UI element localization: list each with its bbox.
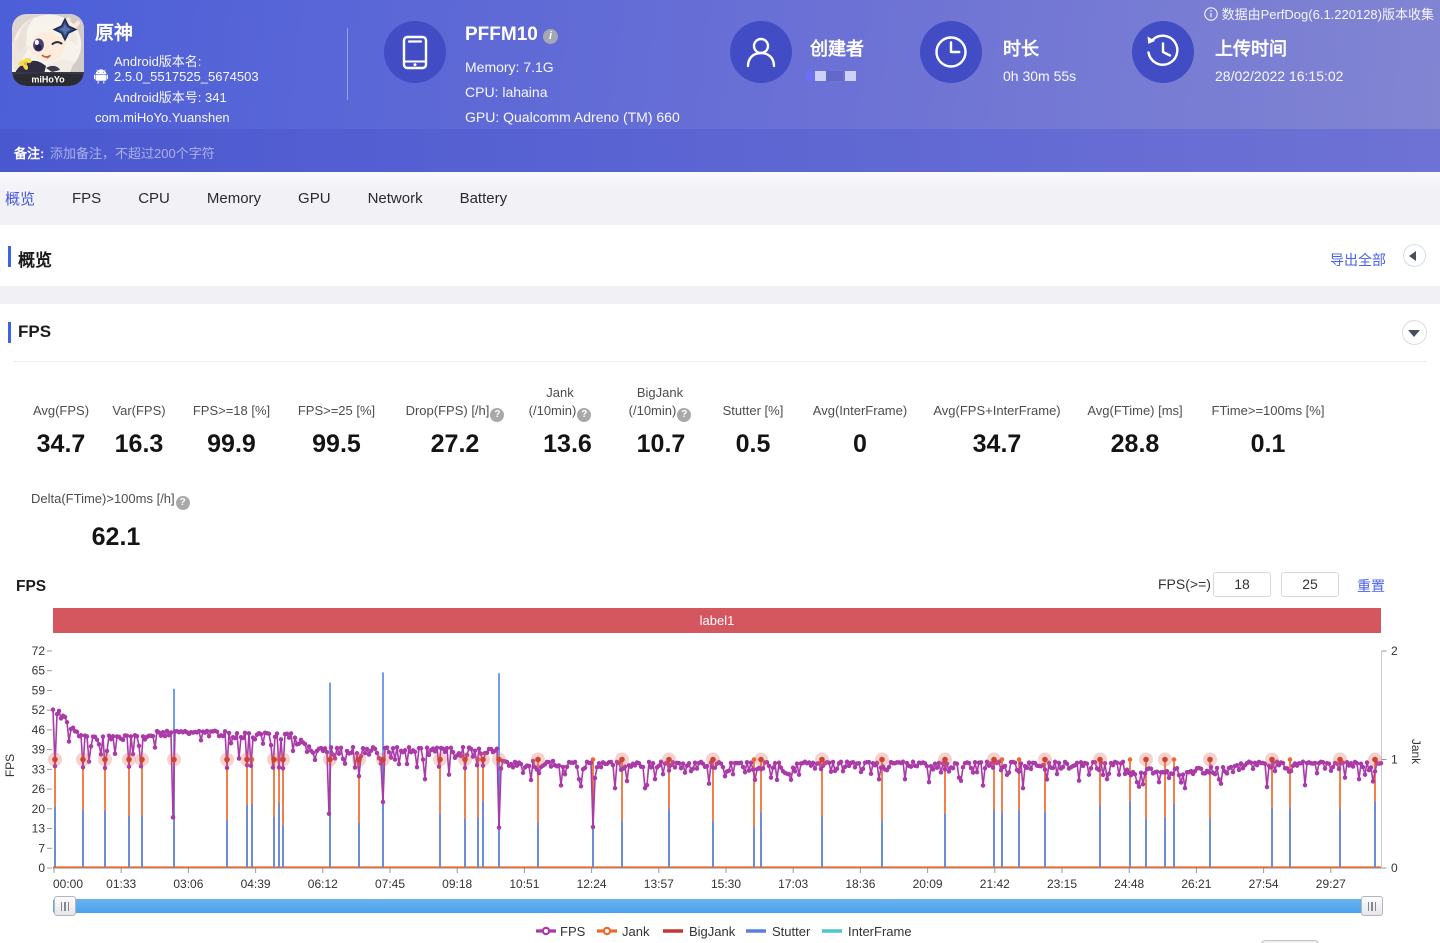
svg-text:03:06: 03:06 [173,877,203,891]
svg-text:12:24: 12:24 [577,877,607,891]
svg-text:21:42: 21:42 [980,877,1010,891]
svg-text:0: 0 [38,861,45,875]
svg-text:33: 33 [32,762,46,776]
svg-text:15:30: 15:30 [711,877,741,891]
svg-text:72: 72 [32,644,46,658]
svg-text:52: 52 [32,703,46,717]
svg-text:04:39: 04:39 [241,877,271,891]
svg-text:Jank: Jank [1409,739,1423,765]
svg-text:18:36: 18:36 [845,877,875,891]
svg-text:17:03: 17:03 [778,877,808,891]
svg-text:46: 46 [32,723,46,737]
svg-text:39: 39 [32,743,46,757]
svg-text:23:15: 23:15 [1047,877,1077,891]
svg-text:06:12: 06:12 [308,877,338,891]
svg-text:65: 65 [32,664,46,678]
svg-text:00:00: 00:00 [53,877,83,891]
svg-text:01:33: 01:33 [106,877,136,891]
svg-text:59: 59 [32,684,46,698]
svg-text:27:54: 27:54 [1249,877,1279,891]
svg-text:2: 2 [1391,644,1398,658]
svg-text:29:27: 29:27 [1316,877,1346,891]
svg-text:miHoYo: miHoYo [31,75,65,85]
svg-text:13:57: 13:57 [644,877,674,891]
svg-text:09:18: 09:18 [442,877,472,891]
svg-text:20:09: 20:09 [913,877,943,891]
svg-text:10:51: 10:51 [509,877,539,891]
svg-text:07:45: 07:45 [375,877,405,891]
svg-text:24:48: 24:48 [1114,877,1144,891]
svg-text:7: 7 [38,841,45,855]
svg-text:20: 20 [32,802,46,816]
svg-text:1: 1 [1391,753,1398,767]
svg-text:13: 13 [32,822,46,836]
svg-text:26:21: 26:21 [1181,877,1211,891]
svg-text:0: 0 [1391,861,1398,875]
svg-text:FPS: FPS [3,754,17,777]
svg-text:26: 26 [32,782,46,796]
